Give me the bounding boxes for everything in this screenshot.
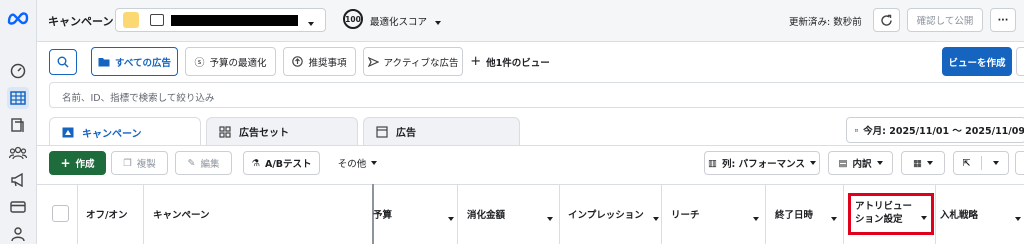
- view-all-ads[interactable]: すべての広告: [91, 47, 178, 76]
- ad-frame-icon: [376, 125, 388, 138]
- search-placeholder: 名前、ID、指標で検索して絞り込み: [62, 93, 215, 104]
- extra-view-button[interactable]: [1016, 47, 1024, 76]
- chevron-down-icon[interactable]: [653, 217, 659, 221]
- col-impressions[interactable]: インプレッション: [568, 184, 644, 244]
- account-name-redacted: [171, 15, 298, 26]
- col-end-date[interactable]: 終了日時: [775, 184, 813, 244]
- left-nav-rail: [0, 0, 37, 244]
- export-icon: ⇱: [962, 157, 971, 169]
- pencil-icon: ✎: [187, 157, 196, 169]
- flask-icon: ⚗: [251, 157, 260, 169]
- plus-icon: +: [60, 156, 71, 170]
- tab-ads[interactable]: 広告: [363, 117, 520, 145]
- calendar-icon: [855, 128, 859, 132]
- folder-icon: [98, 57, 110, 66]
- breakdown-icon: ▤: [838, 157, 848, 169]
- col-bid-strategy[interactable]: 入札戦略: [940, 184, 978, 244]
- col-spend[interactable]: 消化金額: [467, 184, 505, 244]
- chevron-down-icon: [993, 161, 1000, 165]
- edit-button[interactable]: ✎ 編集: [175, 151, 232, 175]
- ad-account-icon: [150, 14, 164, 26]
- review-publish-button[interactable]: 確認して公開: [907, 8, 983, 32]
- meta-logo-icon[interactable]: [7, 7, 29, 29]
- updated-status: 更新済み: 数秒前: [789, 17, 862, 28]
- chevron-down-icon[interactable]: [753, 217, 759, 221]
- create-button[interactable]: + 作成: [49, 151, 106, 175]
- search-icon: [57, 56, 69, 68]
- refresh-button[interactable]: [873, 8, 900, 32]
- audience-icon[interactable]: [7, 142, 29, 164]
- view-budget-optimization[interactable]: ⓢ 予算の最適化: [185, 47, 276, 76]
- columns-selector[interactable]: ▥ 列: パフォーマンス: [704, 151, 820, 175]
- col-toggle[interactable]: オフ/オン: [86, 184, 127, 244]
- duplicate-button[interactable]: ❐ 複製: [111, 151, 168, 175]
- score-badge[interactable]: 100: [343, 9, 363, 29]
- more-options-button[interactable]: ···: [990, 8, 1016, 32]
- chevron-down-icon[interactable]: [1015, 217, 1021, 221]
- col-attribution[interactable]: アトリビューション設定: [855, 200, 915, 226]
- view-recommendations[interactable]: 推奨事項: [283, 47, 356, 76]
- plus-icon: +: [470, 54, 482, 69]
- reports-button[interactable]: ▦: [901, 151, 945, 175]
- chevron-down-icon[interactable]: [448, 217, 454, 221]
- other-actions-button[interactable]: その他: [330, 151, 385, 175]
- col-reach[interactable]: リーチ: [671, 184, 700, 244]
- campaign-header-label: キャンペーン: [48, 15, 114, 28]
- reports-icon: ▦: [913, 157, 922, 169]
- account-selector[interactable]: [115, 8, 326, 32]
- dollar-circle-icon: ⓢ: [194, 58, 205, 69]
- col-budget[interactable]: 予算: [373, 184, 392, 244]
- account-icon[interactable]: [7, 223, 29, 244]
- gauge-icon[interactable]: [7, 60, 29, 82]
- ab-test-button[interactable]: ⚗ A/Bテスト: [243, 151, 320, 175]
- chevron-down-icon: [371, 161, 378, 165]
- chevron-down-icon: [809, 161, 816, 165]
- optimization-score-label[interactable]: 最適化スコア: [370, 14, 427, 28]
- chevron-down-icon: [926, 161, 933, 165]
- select-all-checkbox[interactable]: [52, 205, 69, 222]
- extra-toolbar-button[interactable]: [1015, 151, 1024, 175]
- account-color-icon: [123, 12, 139, 28]
- chevron-down-icon[interactable]: [547, 217, 553, 221]
- arrow-up-circle-icon: [292, 56, 304, 67]
- export-button[interactable]: ⇱: [953, 151, 1009, 175]
- date-range-picker[interactable]: 今月: 2025/11/01 〜 2025/11/09: [846, 117, 1024, 143]
- chevron-down-icon[interactable]: [435, 21, 441, 25]
- attribution-highlight-box: アトリビューション設定: [848, 193, 934, 235]
- chevron-down-icon: [876, 161, 883, 165]
- chevron-down-icon: [308, 22, 314, 26]
- tab-ad-sets[interactable]: 広告セット: [206, 117, 358, 145]
- chevron-down-icon[interactable]: [921, 216, 927, 220]
- send-icon: [367, 56, 379, 67]
- create-view-button[interactable]: ビューを作成: [942, 47, 1012, 76]
- duplicate-icon: ❐: [123, 157, 132, 169]
- tab-campaigns[interactable]: キャンペーン: [49, 117, 201, 146]
- search-button[interactable]: [49, 49, 77, 75]
- campaign-folder-icon: [62, 127, 74, 138]
- grid-icon: [219, 125, 231, 138]
- refresh-icon: [881, 14, 892, 26]
- billing-card-icon[interactable]: [7, 196, 29, 218]
- view-active-ads[interactable]: アクティブな広告: [363, 47, 463, 76]
- pages-icon[interactable]: [7, 114, 29, 136]
- chevron-down-icon[interactable]: [831, 217, 837, 221]
- col-campaign[interactable]: キャンペーン: [153, 184, 210, 244]
- columns-icon: ▥: [708, 157, 718, 169]
- table-grid-icon[interactable]: [7, 87, 29, 109]
- megaphone-icon[interactable]: [7, 169, 29, 191]
- search-filter-box[interactable]: 名前、ID、指標で検索して絞り込み: [49, 82, 1024, 108]
- more-views-button[interactable]: + 他1件のビュー: [470, 47, 550, 76]
- breakdown-selector[interactable]: ▤ 内訳: [828, 151, 893, 175]
